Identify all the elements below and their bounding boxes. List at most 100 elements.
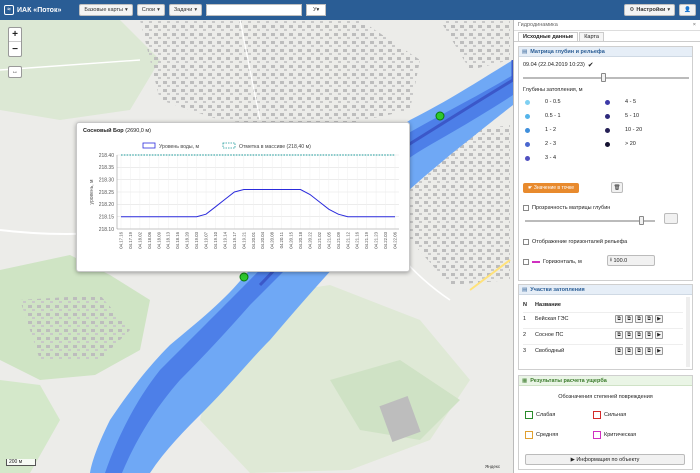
depth-legend-label: 2 - 3 <box>545 141 557 147</box>
site-row[interactable]: 2 Сосное ПС ⧉ ⧉ ⧉ ⧉ ▶ <box>523 328 683 340</box>
copy-icon[interactable]: ⧉ <box>645 314 653 323</box>
damage-subtitle: Обозначения степеней повреждения <box>558 394 653 400</box>
x-tick-label: 04.20.08 <box>270 231 275 248</box>
damage-legend-item: Слабая <box>525 411 555 419</box>
damage-label: Критическая <box>604 432 637 438</box>
contour-checkbox[interactable] <box>523 239 529 245</box>
depth-legend-item: 0.5 - 1 <box>525 113 561 119</box>
download-icon: ⭳ <box>610 257 612 263</box>
date-slider-track[interactable] <box>523 77 689 79</box>
copy-icon[interactable]: ⧉ <box>635 330 643 339</box>
zoom-out-button[interactable]: − <box>9 42 21 56</box>
copy-icon[interactable]: ⧉ <box>635 314 643 323</box>
depth-color-dot <box>525 99 530 105</box>
copy-icon[interactable]: ⧉ <box>625 314 633 323</box>
play-icon[interactable]: ▶ <box>655 330 663 339</box>
x-tick-label: 04.20.01 <box>251 231 256 248</box>
point-value-button[interactable]: ☛ Значение в точке <box>523 183 580 193</box>
depth-color-dot <box>525 155 530 161</box>
site-name: Бейская ГЭС <box>535 315 569 322</box>
x-tick-label: 04.17.19 <box>128 231 133 248</box>
site-row[interactable]: 1 Бейская ГЭС ⧉ ⧉ ⧉ ⧉ ▶ <box>523 312 683 324</box>
depth-legend-item: 10 - 20 <box>605 127 642 133</box>
sites-scrollbar[interactable] <box>686 297 690 367</box>
damage-legend-item: Средняя <box>525 431 558 439</box>
site-number: 2 <box>523 331 527 338</box>
menu-layers[interactable]: Слои ▾ <box>136 4 165 16</box>
copy-icon[interactable]: ⧉ <box>615 330 623 339</box>
horiz-checkbox[interactable] <box>523 259 529 265</box>
damage-label: Средняя <box>536 432 559 438</box>
play-icon[interactable]: ▶ <box>655 314 663 323</box>
x-tick-label: 04.19.07 <box>204 231 209 248</box>
damage-legend-item: Критическая <box>593 431 636 439</box>
opacity-slider-value[interactable] <box>664 213 678 224</box>
sites-section-header[interactable]: ▤ Участки затопления <box>519 285 692 295</box>
tab-map[interactable]: Карта <box>579 32 604 41</box>
copy-icon[interactable]: ⧉ <box>615 346 623 355</box>
depth-legend-item: 1 - 2 <box>525 127 556 133</box>
contour-row: Отображение горизонталей рельефа <box>523 239 627 245</box>
object-info-button[interactable]: ▶ Информация по объекту <box>525 454 685 465</box>
check-icon: ✔ <box>587 62 594 69</box>
site-name: Сосное ПС <box>535 331 564 338</box>
zoom-in-button[interactable]: + <box>9 28 21 42</box>
delete-button[interactable]: 🗑 <box>611 182 623 193</box>
copy-icon[interactable]: ⧉ <box>625 346 633 355</box>
horiz-input[interactable]: ⭳ 100.0 <box>607 255 655 266</box>
opacity-slider-track[interactable] <box>525 220 655 222</box>
ruler-icon: ↔ <box>12 69 18 75</box>
close-icon[interactable]: × <box>693 22 696 28</box>
copy-icon[interactable]: ⧉ <box>625 330 633 339</box>
damage-section-header[interactable]: ▦ Результаты расчета ущерба <box>519 376 692 386</box>
y-tick-label: 218.40 <box>99 153 115 159</box>
arrow-icon: ▶ <box>570 456 575 463</box>
x-tick-label: 04.19.03 <box>194 231 199 248</box>
x-tick-label: 04.21.02 <box>317 231 322 248</box>
series-line-water-level <box>121 189 395 218</box>
trash-icon: 🗑 <box>613 184 621 191</box>
site-number: 3 <box>523 347 527 354</box>
x-tick-label: 04.18.09 <box>156 231 161 248</box>
tab-source-data[interactable]: Исходные данные <box>518 32 579 41</box>
copy-icon[interactable]: ⧉ <box>645 330 653 339</box>
user-button[interactable]: 👤 <box>679 4 696 16</box>
copy-icon[interactable]: ⧉ <box>635 346 643 355</box>
date-slider-handle[interactable] <box>601 73 606 82</box>
user-icon: 👤 <box>684 7 691 13</box>
settings-button[interactable]: ⚙ Настройки ▾ <box>624 4 676 16</box>
panel-header: Гидродинамика × <box>514 20 700 31</box>
depth-legend-item: 4 - 5 <box>605 99 636 105</box>
checkbox[interactable] <box>523 205 529 211</box>
sites-header-row: N Название <box>523 302 561 308</box>
x-tick-label: 04.18.16 <box>175 231 180 248</box>
copy-icon[interactable]: ⧉ <box>615 314 623 323</box>
search-input[interactable] <box>206 4 303 16</box>
menu-tasks[interactable]: Задачи ▾ <box>168 4 203 16</box>
caret-down-icon: ▾ <box>667 7 671 13</box>
panel-tabs: Исходные данные Карта <box>514 31 700 42</box>
depth-legend-label: 5 - 10 <box>625 113 640 119</box>
menu-base-maps[interactable]: Базовые карты ▾ <box>79 4 133 16</box>
damage-label: Сильная <box>604 412 627 418</box>
damage-legend-item: Сильная <box>593 411 626 419</box>
matrix-section-header[interactable]: ▤ Матрица глубин и рельефа <box>519 47 692 57</box>
y-tick-label: 218.20 <box>99 202 115 208</box>
gear-icon: ⚙ <box>629 7 635 13</box>
panel-title: Гидродинамика <box>518 22 558 28</box>
copy-icon[interactable]: ⧉ <box>645 346 653 355</box>
x-tick-label: 04.19.10 <box>213 231 218 248</box>
map-scale: 200 м <box>6 459 36 466</box>
site-row[interactable]: 3 Свободный ⧉ ⧉ ⧉ ⧉ ▶ <box>523 344 683 356</box>
play-icon[interactable]: ▶ <box>655 346 663 355</box>
grid-icon: ▦ <box>522 377 528 384</box>
x-tick-label: 04.21.19 <box>364 231 369 248</box>
opacity-slider-handle[interactable] <box>639 216 644 225</box>
y-tick-label: 218.25 <box>99 190 115 196</box>
damage-section: ▦ Результаты расчета ущерба Обозначения с… <box>518 375 693 470</box>
search-type-select[interactable]: У ▾ <box>306 4 327 16</box>
x-tick-label: 04.19.14 <box>222 231 227 248</box>
measure-button[interactable]: ↔ <box>8 66 22 78</box>
site-name: Свободный <box>535 347 565 354</box>
legend-label-mark: Отметка в массиве (218,40 м) <box>239 144 311 150</box>
